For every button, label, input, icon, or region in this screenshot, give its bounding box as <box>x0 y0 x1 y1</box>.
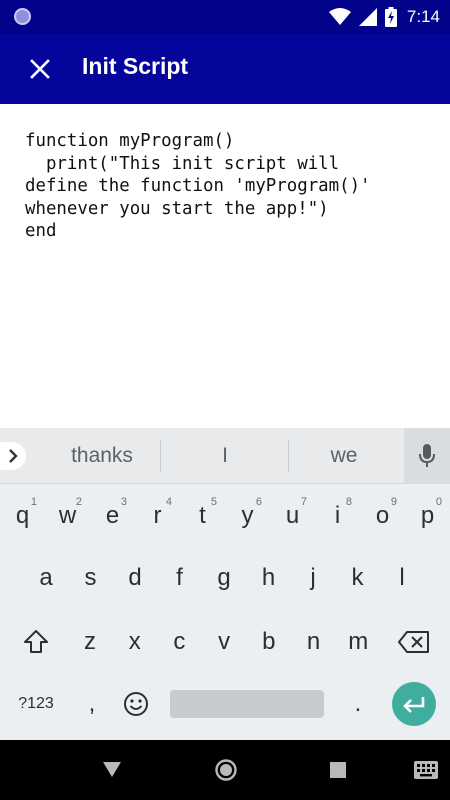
back-triangle-icon <box>103 762 121 777</box>
code-line: print("This init script will <box>25 153 340 174</box>
microphone-icon <box>419 444 435 467</box>
period-key[interactable]: . <box>334 676 382 732</box>
back-button[interactable] <box>102 760 122 778</box>
key-number-hint: 9 <box>390 496 397 508</box>
page-title: Init Script <box>82 53 189 79</box>
signal-icon <box>358 8 377 26</box>
recents-square-icon <box>330 762 346 778</box>
wifi-icon <box>328 8 351 25</box>
suggestion-strip: thanks I we <box>0 428 450 484</box>
key-number-hint: 5 <box>210 496 217 508</box>
key-number-hint: 7 <box>300 496 307 508</box>
backspace-icon <box>398 631 429 653</box>
key-q[interactable]: 1q <box>0 488 45 544</box>
key-number-hint: 6 <box>255 496 262 508</box>
space-bar[interactable] <box>170 690 324 718</box>
key-number-hint: 3 <box>120 496 127 508</box>
key-c[interactable]: c <box>157 614 201 670</box>
key-n[interactable]: n <box>292 614 336 670</box>
key-number-hint: 8 <box>345 496 352 508</box>
suggestion-divider <box>160 440 161 472</box>
key-label: q <box>15 502 30 529</box>
keyboard-switch-button[interactable] <box>414 761 438 779</box>
key-d[interactable]: d <box>113 550 157 606</box>
suggestion-3[interactable]: we <box>294 428 394 484</box>
home-circle-icon <box>215 759 237 781</box>
emoji-key[interactable] <box>114 676 158 732</box>
emoji-icon <box>124 692 148 716</box>
suggestion-divider <box>288 440 289 472</box>
keyboard-icon <box>414 761 438 779</box>
key-l[interactable]: l <box>380 550 424 606</box>
code-line: function myProgram() <box>25 131 235 151</box>
status-clock: 7:14 <box>406 7 440 26</box>
key-k[interactable]: k <box>336 550 380 606</box>
key-j[interactable]: j <box>291 550 335 606</box>
suggestion-2[interactable]: I <box>166 428 284 484</box>
key-x[interactable]: x <box>113 614 157 670</box>
key-label: o <box>375 502 390 529</box>
notification-dot-icon <box>14 8 31 25</box>
home-button[interactable] <box>214 758 238 782</box>
key-w[interactable]: 2w <box>45 488 90 544</box>
enter-icon <box>403 697 425 713</box>
chevron-right-icon <box>9 449 18 463</box>
app-bar: Init Script <box>0 34 450 104</box>
soft-keyboard: thanks I we 1q2w3e4r5t6y7u8i9o0p asdfghj… <box>0 428 450 740</box>
key-number-hint: 1 <box>30 496 37 508</box>
voice-input-button[interactable] <box>404 428 450 484</box>
system-icons: 7:14 <box>328 6 440 28</box>
script-editor[interactable]: function myProgram() print("This init sc… <box>0 104 450 428</box>
key-label: p <box>420 502 435 529</box>
symbols-key[interactable]: ?123 <box>4 676 68 732</box>
key-y[interactable]: 6y <box>225 488 270 544</box>
key-o[interactable]: 9o <box>360 488 405 544</box>
key-label: t <box>199 502 206 529</box>
key-number-hint: 4 <box>165 496 172 508</box>
recents-button[interactable] <box>330 762 346 778</box>
key-number-hint: 0 <box>435 496 442 508</box>
key-h[interactable]: h <box>247 550 291 606</box>
key-label: r <box>153 502 162 529</box>
key-m[interactable]: m <box>336 614 380 670</box>
status-bar: 7:14 <box>0 0 450 34</box>
key-label: w <box>58 502 77 529</box>
suggestion-1[interactable]: thanks <box>38 428 166 484</box>
shift-icon <box>24 630 48 653</box>
key-f[interactable]: f <box>158 550 202 606</box>
key-v[interactable]: v <box>202 614 246 670</box>
key-label: e <box>105 502 120 529</box>
close-icon <box>30 59 50 79</box>
key-g[interactable]: g <box>202 550 246 606</box>
code-line: define the function 'myProgram()' <box>25 176 371 196</box>
key-s[interactable]: s <box>69 550 113 606</box>
shift-key[interactable] <box>8 614 64 670</box>
expand-suggestions-button[interactable] <box>0 442 26 470</box>
code-line: whenever you start the app!") <box>25 198 329 219</box>
backspace-key[interactable] <box>388 614 440 670</box>
close-button[interactable] <box>22 51 58 87</box>
key-label: u <box>285 502 300 529</box>
comma-key[interactable]: , <box>70 676 114 732</box>
key-number-hint: 2 <box>75 496 82 508</box>
code-text[interactable]: function myProgram() print("This init sc… <box>25 130 435 243</box>
enter-key[interactable] <box>392 682 436 726</box>
system-navigation-bar <box>0 740 450 800</box>
key-u[interactable]: 7u <box>270 488 315 544</box>
key-p[interactable]: 0p <box>405 488 450 544</box>
code-line: end <box>25 221 57 241</box>
key-a[interactable]: a <box>24 550 68 606</box>
key-t[interactable]: 5t <box>180 488 225 544</box>
key-label: i <box>334 502 341 529</box>
key-e[interactable]: 3e <box>90 488 135 544</box>
key-z[interactable]: z <box>68 614 112 670</box>
battery-charging-icon <box>384 7 397 27</box>
key-b[interactable]: b <box>247 614 291 670</box>
key-i[interactable]: 8i <box>315 488 360 544</box>
key-label: y <box>241 502 254 529</box>
key-r[interactable]: 4r <box>135 488 180 544</box>
